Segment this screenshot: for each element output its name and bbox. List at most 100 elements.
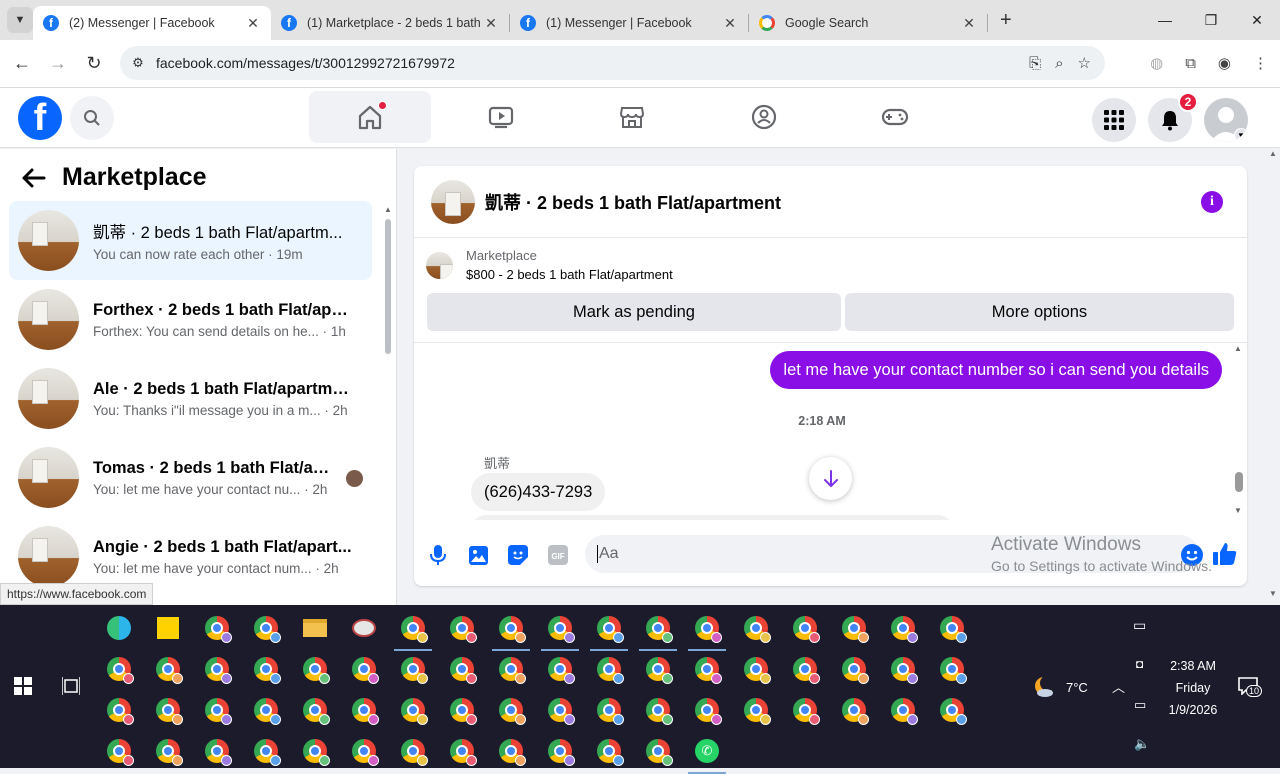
chrome-taskbar-icon[interactable]: [294, 691, 336, 729]
chrome-taskbar-icon[interactable]: [784, 650, 826, 688]
chrome-taskbar-icon[interactable]: [833, 609, 875, 647]
attach-photo-button[interactable]: [458, 535, 498, 575]
edge-taskbar-icon[interactable]: [98, 609, 140, 647]
back-icon[interactable]: ←: [4, 53, 40, 74]
close-window-icon[interactable]: ✕: [1234, 0, 1280, 40]
chrome-taskbar-icon[interactable]: [686, 609, 728, 651]
tab-groups[interactable]: [703, 91, 825, 143]
voice-clip-button[interactable]: [418, 535, 458, 575]
chrome-taskbar-icon[interactable]: [784, 691, 826, 729]
thread-scrollbar[interactable]: ▲ ▼: [1229, 342, 1247, 520]
profile-icon[interactable]: ◉: [1218, 54, 1231, 72]
scroll-up-icon[interactable]: ▲: [1234, 344, 1242, 353]
tab-gaming[interactable]: [834, 91, 956, 143]
paint-taskbar-icon[interactable]: [343, 609, 385, 647]
chrome-taskbar-icon[interactable]: [196, 650, 238, 688]
chrome-taskbar-icon[interactable]: [441, 650, 483, 688]
address-bar[interactable]: ⚙ facebook.com/messages/t/30012992721679…: [120, 46, 1105, 80]
mark-as-pending-button[interactable]: Mark as pending: [427, 293, 841, 331]
chrome-taskbar-icon[interactable]: [245, 650, 287, 688]
new-tab-icon[interactable]: +: [1000, 9, 1012, 32]
conversation-scrollbar[interactable]: ▲: [384, 205, 392, 499]
send-like-button[interactable]: [1213, 542, 1237, 571]
chrome-taskbar-icon[interactable]: [392, 732, 434, 770]
close-tab-icon[interactable]: ✕: [483, 15, 499, 32]
chrome-taskbar-icon[interactable]: [196, 691, 238, 729]
chrome-taskbar-icon[interactable]: [588, 691, 630, 729]
chevron-up-icon[interactable]: ︿: [1112, 677, 1125, 696]
chrome-taskbar-icon[interactable]: [539, 732, 581, 770]
chrome-taskbar-icon[interactable]: [490, 650, 532, 688]
task-view-button[interactable]: [61, 677, 81, 700]
gif-button[interactable]: GIF: [538, 535, 578, 575]
chrome-taskbar-icon[interactable]: [882, 650, 924, 688]
bookmark-star-icon[interactable]: ☆: [1078, 54, 1091, 72]
chrome-taskbar-icon[interactable]: [343, 650, 385, 688]
chrome-taskbar-icon[interactable]: [343, 691, 385, 729]
camera-icon[interactable]: ◘: [1136, 657, 1143, 671]
chrome-taskbar-icon[interactable]: [98, 691, 140, 729]
chrome-taskbar-icon[interactable]: [833, 691, 875, 729]
chrome-taskbar-icon[interactable]: [196, 732, 238, 770]
reload-icon[interactable]: ↻: [76, 53, 112, 74]
chrome-taskbar-icon[interactable]: [245, 732, 287, 770]
chrome-taskbar-icon[interactable]: [147, 691, 189, 729]
chrome-taskbar-icon[interactable]: [343, 732, 385, 770]
chrome-taskbar-icon[interactable]: [882, 609, 924, 647]
whatsapp-taskbar-icon[interactable]: ✆: [686, 732, 728, 774]
extensions-icon[interactable]: ⧉: [1185, 55, 1196, 72]
scroll-down-icon[interactable]: ▼: [1234, 506, 1242, 515]
chat-title[interactable]: 凱蒂 · 2 beds 1 bath Flat/apartment: [485, 189, 781, 215]
chrome-taskbar-icon[interactable]: [784, 609, 826, 647]
chat-listing-thumbnail[interactable]: [431, 179, 475, 224]
chrome-taskbar-icon[interactable]: [98, 650, 140, 688]
site-settings-icon[interactable]: ⚙: [120, 55, 156, 71]
tab-messenger-active[interactable]: f (2) Messenger | Facebook ✕: [33, 6, 271, 40]
conversation-item[interactable]: Tomas · 2 beds 1 bath Flat/apa... You: l…: [9, 438, 372, 517]
chrome-taskbar-icon[interactable]: [686, 691, 728, 729]
scroll-to-bottom-button[interactable]: [809, 457, 852, 500]
translate-icon[interactable]: ◍: [1150, 54, 1163, 72]
chrome-taskbar-icon[interactable]: [147, 650, 189, 688]
scrollbar-thumb[interactable]: [385, 219, 391, 354]
page-scrollbar[interactable]: ▲ ▼: [1267, 149, 1280, 605]
chrome-taskbar-icon[interactable]: [392, 650, 434, 688]
chrome-taskbar-icon[interactable]: [392, 609, 434, 651]
chrome-taskbar-icon[interactable]: [931, 650, 973, 688]
start-button[interactable]: [14, 677, 32, 700]
scroll-down-icon[interactable]: ▼: [1269, 589, 1277, 598]
install-app-icon[interactable]: ⎘: [1029, 55, 1041, 72]
clock[interactable]: 2:38 AM Friday 1/9/2026: [1158, 655, 1228, 721]
chrome-taskbar-icon[interactable]: [98, 732, 140, 770]
chrome-taskbar-icon[interactable]: [490, 691, 532, 729]
scrollbar-thumb[interactable]: [1235, 472, 1243, 492]
chrome-taskbar-icon[interactable]: [588, 609, 630, 651]
chrome-taskbar-icon[interactable]: [539, 650, 581, 688]
chrome-taskbar-icon[interactable]: [441, 609, 483, 647]
more-options-button[interactable]: More options: [845, 293, 1234, 331]
action-center-button[interactable]: 10: [1238, 677, 1263, 700]
facebook-logo[interactable]: f: [18, 96, 62, 140]
menu-kebab-icon[interactable]: ⋮: [1253, 54, 1268, 72]
forward-icon[interactable]: →: [40, 53, 76, 74]
chrome-taskbar-icon[interactable]: [637, 650, 679, 688]
tab-marketplace[interactable]: f (1) Marketplace - 2 beds 1 bath Flat/a…: [271, 6, 509, 40]
sticker-button[interactable]: [498, 535, 538, 575]
conversation-item[interactable]: Forthex · 2 beds 1 bath Flat/apar... For…: [9, 280, 372, 359]
scroll-up-icon[interactable]: ▲: [384, 205, 392, 214]
sticky-notes-taskbar-icon[interactable]: [147, 609, 189, 647]
chrome-taskbar-icon[interactable]: [931, 609, 973, 647]
chrome-taskbar-icon[interactable]: [147, 732, 189, 770]
chrome-taskbar-icon[interactable]: [245, 691, 287, 729]
chrome-taskbar-icon[interactable]: [735, 691, 777, 729]
chrome-taskbar-icon[interactable]: [441, 691, 483, 729]
incoming-message[interactable]: (626)433-7293: [471, 473, 606, 511]
chrome-taskbar-icon[interactable]: [392, 691, 434, 729]
chrome-taskbar-icon[interactable]: [539, 691, 581, 729]
url-text[interactable]: facebook.com/messages/t/3001299272167997…: [156, 55, 455, 71]
chrome-taskbar-icon[interactable]: [735, 650, 777, 688]
chrome-taskbar-icon[interactable]: [686, 650, 728, 688]
chrome-taskbar-icon[interactable]: [833, 650, 875, 688]
tab-search-button[interactable]: ▼: [7, 7, 33, 33]
back-arrow-icon[interactable]: [22, 168, 46, 188]
